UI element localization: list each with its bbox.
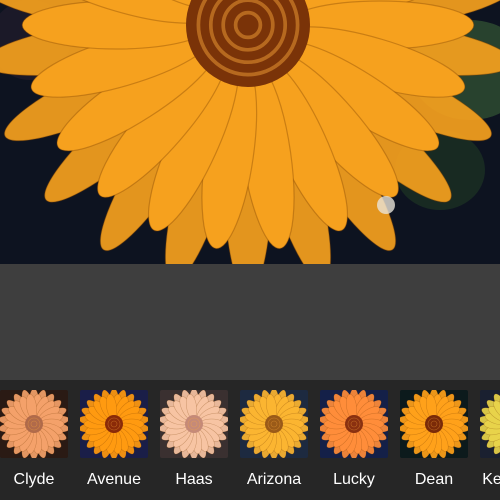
filter-haas[interactable]: Haas (160, 380, 240, 500)
filter-clyde[interactable]: Clyde (0, 380, 80, 500)
filter-thumbnail[interactable] (160, 390, 228, 458)
filter-arizona[interactable]: Arizona (240, 380, 320, 500)
filter-thumbnail[interactable] (0, 390, 68, 458)
filter-label: Clyde (13, 471, 55, 488)
filter-label: Ke (482, 471, 500, 488)
photo-preview (0, 0, 500, 264)
editor-canvas-area (0, 264, 500, 380)
sunflower-photo-icon (0, 0, 500, 264)
filter-thumbnail[interactable] (80, 390, 148, 458)
photo-editor-screen: Clyde Avenue Haas Arizona Lucky Dean Ke (0, 0, 500, 500)
filter-avenue[interactable]: Avenue (80, 380, 160, 500)
filter-label: Avenue (87, 471, 141, 488)
filter-label: Lucky (333, 471, 375, 488)
filter-label: Haas (175, 471, 213, 488)
filter-thumbnail[interactable] (400, 390, 468, 458)
filter-partial[interactable]: Ke (480, 380, 500, 500)
filter-thumbnail[interactable] (320, 390, 388, 458)
filter-strip[interactable]: Clyde Avenue Haas Arizona Lucky Dean Ke (0, 380, 500, 500)
filter-label: Arizona (246, 471, 302, 488)
filter-thumbnail[interactable] (240, 390, 308, 458)
filter-thumbnail[interactable] (480, 390, 500, 458)
filter-lucky[interactable]: Lucky (320, 380, 400, 500)
